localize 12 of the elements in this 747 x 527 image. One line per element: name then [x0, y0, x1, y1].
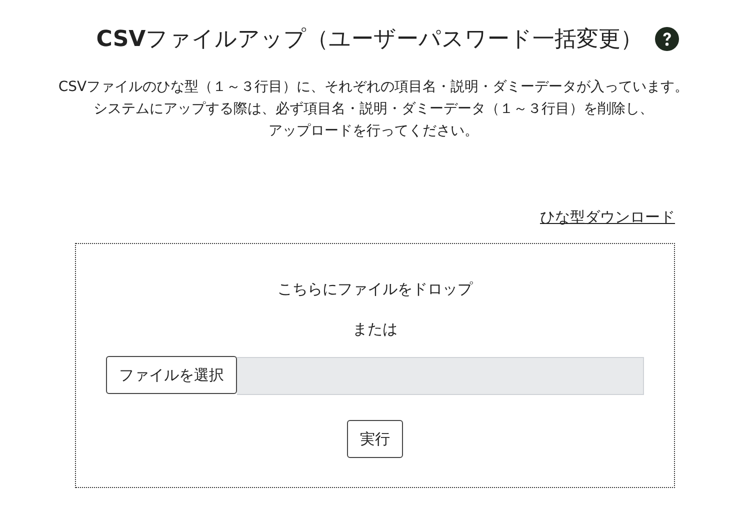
submit-button[interactable]: 実行	[347, 420, 403, 458]
template-download-link[interactable]: ひな型ダウンロード	[540, 208, 675, 227]
choose-file-button[interactable]: ファイルを選択	[106, 356, 237, 394]
drop-prompt: こちらにファイルをドロップ	[278, 279, 472, 300]
help-icon[interactable]	[654, 27, 679, 51]
description-line: システムにアップする際は、必ず項目名・説明・ダミーデータ（１～３行目）を削除し、	[94, 100, 654, 119]
or-text: または	[352, 319, 398, 340]
page-title: CSVファイルアップ（ユーザーパスワード一括変更）	[96, 26, 643, 54]
description-line: アップロードを行ってください。	[268, 122, 478, 141]
drop-zone[interactable]: こちらにファイルをドロップ または ファイルを選択 実行	[75, 243, 675, 488]
file-name-field[interactable]	[237, 357, 644, 395]
description-line: CSVファイルのひな型（１～３行目）に、それぞれの項目名・説明・ダミーデータが入っています。	[58, 78, 689, 97]
